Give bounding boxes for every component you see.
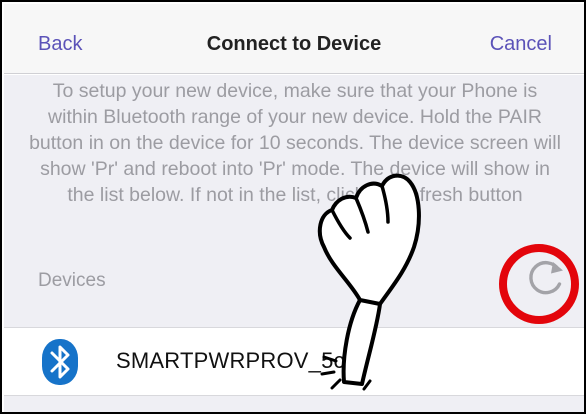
device-name: SMARTPWRPROV_5cd3 — [116, 348, 370, 373]
devices-section-header: Devices — [38, 270, 106, 291]
list-item-device[interactable]: SMARTPWRPROV_5cd3 — [4, 327, 584, 396]
navigation-bar: Back Connect to Device Cancel — [4, 4, 584, 74]
refresh-icon — [529, 260, 563, 295]
setup-instructions: To setup your new device, make sure that… — [29, 80, 561, 206]
bluetooth-icon — [42, 339, 78, 385]
cancel-button[interactable]: Cancel — [490, 33, 552, 56]
refresh-button[interactable] — [522, 255, 568, 301]
app-window: Back Connect to Device Cancel To setup y… — [0, 0, 586, 414]
